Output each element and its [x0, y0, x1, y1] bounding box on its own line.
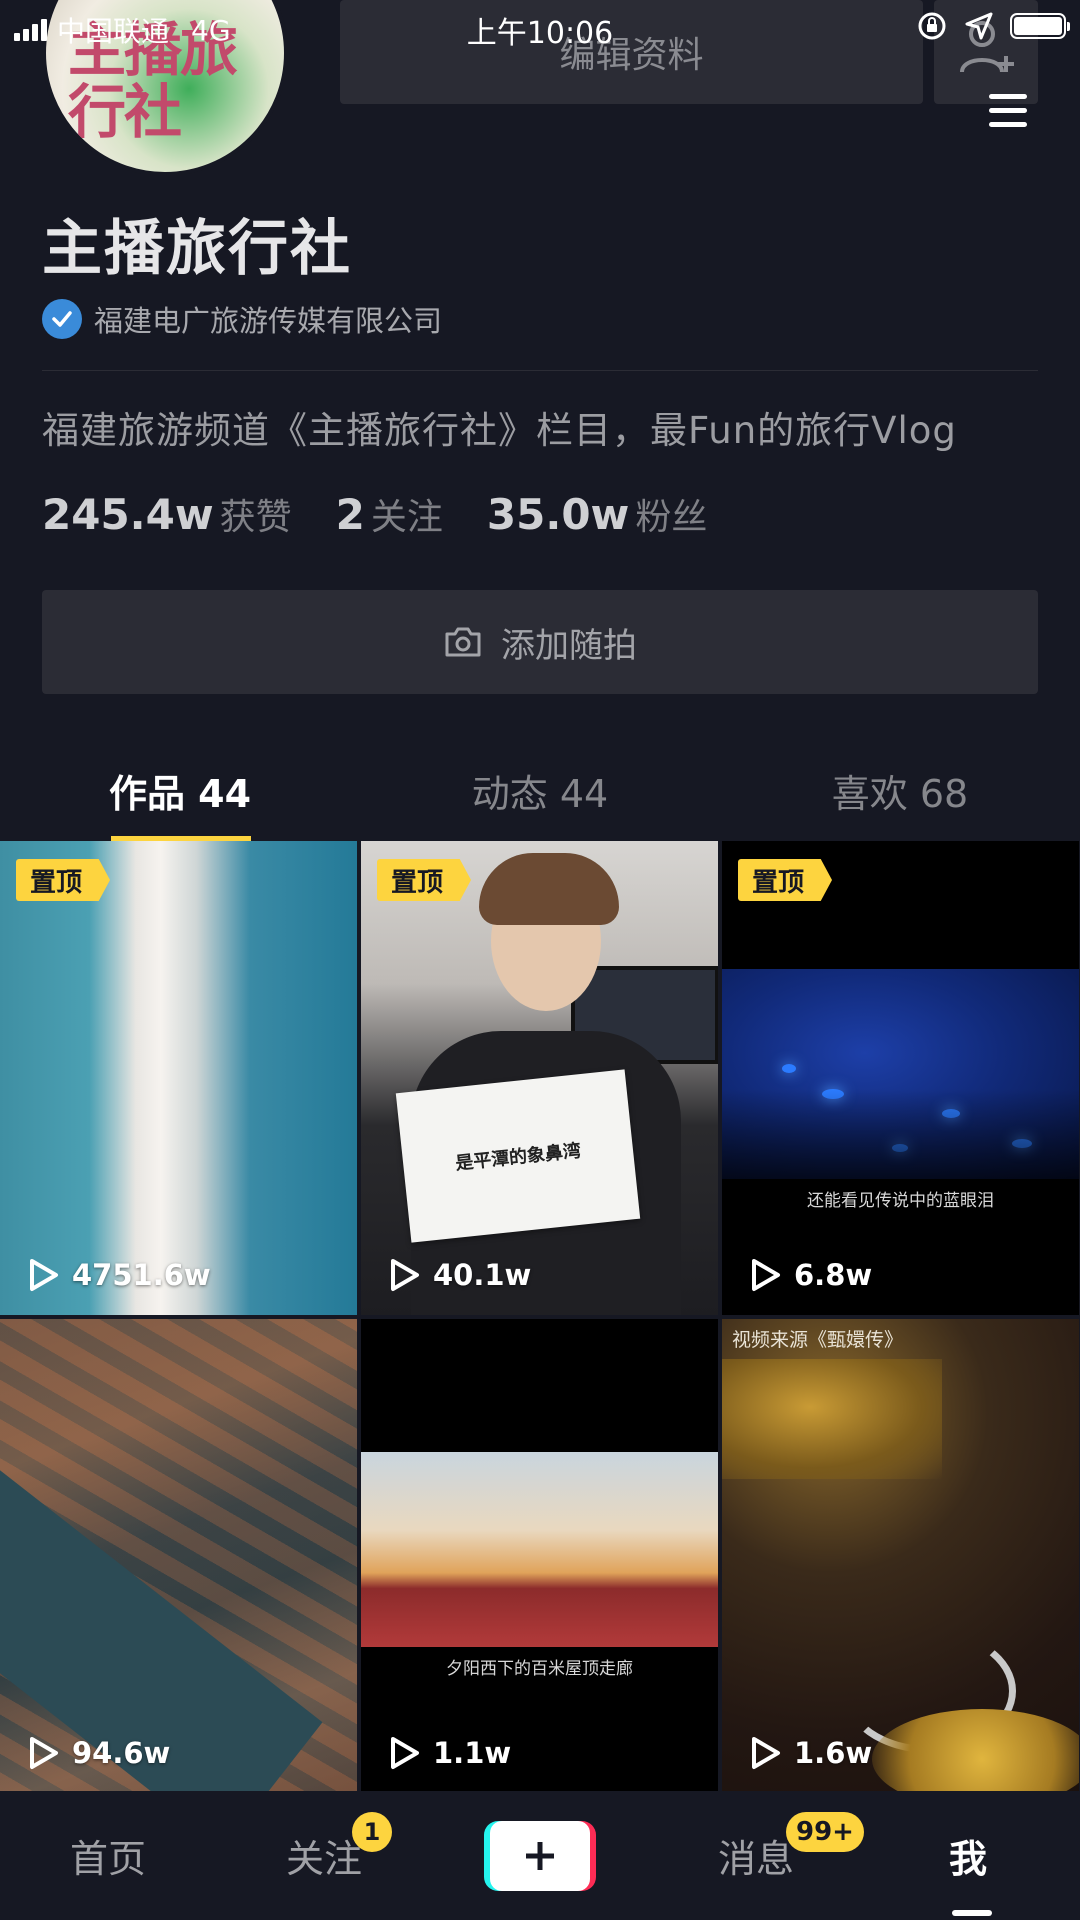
nav-follow[interactable]: 关注 [256, 1791, 392, 1920]
video-thumbnail[interactable]: 置顶 4751.6w [0, 841, 357, 1315]
verified-check-icon [42, 299, 82, 339]
menu-button[interactable] [968, 80, 1048, 140]
stat-followers-value: 35.0w [486, 490, 630, 539]
battery-icon [1010, 13, 1070, 39]
embroidery-image [722, 1359, 942, 1479]
stat-following-value: 2 [335, 490, 365, 539]
sunset-image [361, 1452, 718, 1647]
play-icon [752, 1737, 780, 1769]
location-icon [965, 12, 993, 40]
play-count-value: 4751.6w [72, 1258, 211, 1292]
stat-likes[interactable]: 245.4w 获赞 [42, 488, 292, 540]
stat-likes-label: 获赞 [219, 497, 292, 538]
video-source-caption: 视频来源《甄嬛传》 [732, 1329, 904, 1351]
status-right [916, 10, 1070, 42]
ocean-image [722, 969, 1079, 1179]
video-thumbnail[interactable]: 94.6w [0, 1319, 357, 1793]
stat-following-label: 关注 [370, 497, 443, 538]
pinned-badge: 置顶 [16, 859, 111, 901]
divider [42, 370, 1038, 371]
play-count-value: 6.8w [794, 1258, 873, 1292]
video-thumbnail[interactable]: 视频来源《甄嬛传》 1.6w [722, 1319, 1079, 1793]
add-snap-button[interactable]: 添加随拍 [42, 590, 1038, 694]
stat-likes-value: 245.4w [42, 490, 214, 539]
profile-bio: 福建旅游频道《主播旅行社》栏目，最Fun的旅行Vlog [42, 409, 957, 452]
play-icon [30, 1737, 58, 1769]
add-snap-label: 添加随拍 [501, 625, 637, 666]
verification-row: 福建电广旅游传媒有限公司 [42, 297, 442, 341]
play-count: 1.6w [748, 1735, 872, 1771]
bioluminescence-glow [782, 1064, 796, 1073]
nav-home[interactable]: 首页 [40, 1791, 176, 1920]
bioluminescence-glow [1012, 1139, 1032, 1148]
verified-org-name: 福建电广旅游传媒有限公司 [94, 304, 443, 338]
play-count: 1.1w [387, 1735, 511, 1771]
bioluminescence-glow [822, 1089, 844, 1099]
play-icon [30, 1259, 58, 1291]
play-icon [391, 1259, 419, 1291]
tab-works[interactable]: 作品 44 [0, 740, 360, 840]
nav-me[interactable]: 我 [900, 1791, 1036, 1920]
play-count: 4751.6w [26, 1257, 211, 1293]
create-button[interactable] [484, 1821, 596, 1891]
video-thumbnail[interactable]: 夕阳西下的百米屋顶走廊 1.1w [361, 1319, 718, 1793]
video-thumbnail[interactable]: 是平潭的象鼻湾 置顶 40.1w [361, 841, 718, 1315]
play-count: 40.1w [387, 1257, 531, 1293]
plus-icon [526, 1842, 554, 1870]
profile-name: 主播旅行社 [42, 214, 352, 284]
stat-followers-label: 粉丝 [635, 497, 708, 538]
tab-moments[interactable]: 动态 44 [360, 740, 720, 840]
play-count: 6.8w [748, 1257, 872, 1293]
follow-notification-badge: 1 [352, 1812, 392, 1852]
content-tabs: 作品 44 动态 44 喜欢 68 [0, 740, 1080, 840]
bioluminescence-glow [942, 1109, 960, 1118]
play-count: 94.6w [26, 1735, 170, 1771]
pinned-badge: 置顶 [377, 859, 472, 901]
status-bar: 中国联通 4G 上午10:06 [0, 0, 1080, 60]
video-subtitle: 夕阳西下的百米屋顶走廊 [446, 1659, 633, 1679]
stat-following[interactable]: 2 关注 [336, 488, 443, 540]
play-count-value: 94.6w [72, 1736, 171, 1770]
pinned-badge: 置顶 [738, 859, 833, 901]
nav-messages[interactable]: 消息 [688, 1791, 824, 1920]
stats-row: 245.4w 获赞 2 关注 35.0w 粉丝 [42, 488, 751, 548]
active-nav-indicator [952, 1910, 992, 1916]
stat-followers[interactable]: 35.0w 粉丝 [487, 488, 707, 540]
orientation-lock-icon [918, 12, 946, 40]
play-count-value: 1.6w [794, 1736, 873, 1770]
tab-likes[interactable]: 喜欢 68 [720, 740, 1080, 840]
video-subtitle: 还能看见传说中的蓝眼泪 [807, 1191, 994, 1211]
video-thumbnail[interactable]: 还能看见传说中的蓝眼泪 置顶 6.8w [722, 841, 1079, 1315]
paper-sign: 是平潭的象鼻湾 [395, 1069, 641, 1243]
menu-icon [989, 93, 1027, 99]
play-icon [391, 1737, 419, 1769]
play-count-value: 40.1w [433, 1258, 532, 1292]
bottom-nav: 首页 关注 消息 我 [0, 1791, 1080, 1920]
play-count-value: 1.1w [433, 1736, 512, 1770]
messages-notification-badge: 99+ [786, 1812, 864, 1852]
person-hair-image [479, 853, 619, 925]
video-grid: 置顶 4751.6w 是平潭的象鼻湾 置顶 40.1w 还能看见传说中的蓝眼泪 … [0, 841, 1080, 1793]
camera-icon [445, 627, 481, 657]
play-icon [752, 1259, 780, 1291]
bioluminescence-glow [892, 1144, 908, 1152]
